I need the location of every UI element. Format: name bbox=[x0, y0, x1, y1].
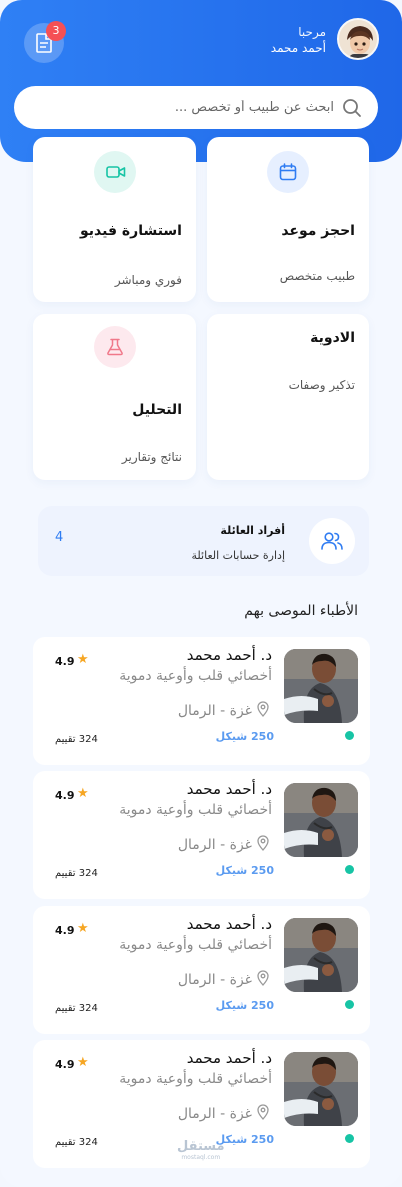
doctor-rating: 4.9 bbox=[55, 924, 75, 937]
location-pin-icon bbox=[257, 835, 269, 851]
tile-title: استشارة فيديو bbox=[80, 223, 182, 239]
calendar-icon bbox=[267, 151, 309, 193]
doctor-specialty: أخصائي قلب وأوعية دموية bbox=[119, 937, 272, 953]
tile-title: التحليل bbox=[132, 402, 182, 418]
consultation-price: 250 شيكل bbox=[215, 730, 274, 743]
doctor-specialty: أخصائي قلب وأوعية دموية bbox=[119, 668, 272, 684]
doctor-location: غزة - الرمال bbox=[177, 837, 252, 853]
star-icon: ★ bbox=[77, 921, 89, 936]
users-icon bbox=[309, 518, 355, 564]
lab-tests-tile[interactable]: التحليل نتائج وتقارير bbox=[33, 314, 196, 480]
book-appointment-tile[interactable]: احجز موعد طبيب متخصص bbox=[207, 137, 369, 302]
user-name: أحمد محمد bbox=[270, 41, 326, 55]
star-icon: ★ bbox=[77, 1055, 89, 1070]
tile-subtitle: تذكير وصفات bbox=[288, 378, 355, 392]
family-subtitle: إدارة حسابات العائلة bbox=[191, 549, 285, 562]
tile-subtitle: فوري ومباشر bbox=[114, 273, 182, 287]
doctor-location: غزة - الرمال bbox=[177, 1106, 252, 1122]
family-count: 4 bbox=[55, 530, 64, 545]
doctor-name: د. أحمد محمد bbox=[186, 915, 272, 933]
doctor-rating: 4.9 bbox=[55, 789, 75, 802]
tile-subtitle: طبيب متخصص bbox=[279, 269, 355, 283]
recommended-doctors-title: الأطباء الموصى بهم bbox=[244, 603, 358, 619]
watermark-sub: mostaql.com bbox=[181, 1154, 221, 1161]
doctor-card[interactable]: د. أحمد محمد أخصائي قلب وأوعية دموية غزة… bbox=[33, 906, 370, 1034]
review-count: 324 تقييم bbox=[55, 1003, 98, 1014]
location-pin-icon bbox=[257, 701, 269, 717]
location-pin-icon bbox=[257, 970, 269, 986]
doctor-card[interactable]: د. أحمد محمد أخصائي قلب وأوعية دموية غزة… bbox=[33, 637, 370, 765]
search-input[interactable] bbox=[24, 95, 334, 119]
search-icon bbox=[343, 99, 361, 117]
star-icon: ★ bbox=[77, 652, 89, 667]
doctor-name: د. أحمد محمد bbox=[186, 1049, 272, 1067]
family-title: أفراد العائلة bbox=[220, 524, 285, 537]
flask-icon bbox=[93, 326, 136, 368]
doctor-location: غزة - الرمال bbox=[177, 972, 252, 988]
doctor-rating: 4.9 bbox=[55, 655, 75, 668]
online-status-dot bbox=[345, 1134, 354, 1143]
doctor-photo bbox=[284, 1052, 358, 1126]
location-pin-icon bbox=[257, 1104, 269, 1120]
doctor-photo bbox=[284, 918, 358, 992]
online-status-dot bbox=[345, 865, 354, 874]
review-count: 324 تقييم bbox=[55, 1137, 98, 1148]
notification-badge: 3 bbox=[46, 21, 66, 41]
doctor-specialty: أخصائي قلب وأوعية دموية bbox=[119, 1071, 272, 1087]
doctor-rating: 4.9 bbox=[55, 1058, 75, 1071]
greeting-block: مرحبا أحمد محمد bbox=[271, 24, 326, 56]
doctor-location: غزة - الرمال bbox=[177, 703, 252, 719]
tile-title: الادوية bbox=[310, 330, 355, 346]
medicines-tile[interactable]: الادوية تذكير وصفات bbox=[207, 314, 369, 480]
family-members-card[interactable]: أفراد العائلة إدارة حسابات العائلة 4 bbox=[38, 506, 369, 576]
video-icon bbox=[93, 151, 136, 193]
doctor-name: د. أحمد محمد bbox=[186, 646, 272, 664]
review-count: 324 تقييم bbox=[55, 868, 98, 879]
video-consultation-tile[interactable]: استشارة فيديو فوري ومباشر bbox=[33, 137, 196, 302]
watermark-text: مستقل bbox=[177, 1139, 225, 1154]
online-status-dot bbox=[345, 731, 354, 740]
tile-title: احجز موعد bbox=[281, 223, 355, 239]
search-bar[interactable] bbox=[14, 86, 378, 129]
doctor-photo bbox=[284, 783, 358, 857]
online-status-dot bbox=[345, 1000, 354, 1009]
review-count: 324 تقييم bbox=[55, 734, 98, 745]
doctor-card[interactable]: د. أحمد محمد أخصائي قلب وأوعية دموية غزة… bbox=[33, 771, 370, 899]
greeting-text: مرحبا bbox=[298, 25, 326, 39]
app-screen: مرحبا أحمد محمد 3 ابحث عن طبيب أو تخصص .… bbox=[0, 0, 402, 1187]
star-icon: ★ bbox=[77, 786, 89, 801]
doctor-photo bbox=[284, 649, 358, 723]
doctor-name: د. أحمد محمد bbox=[186, 780, 272, 798]
avatar[interactable] bbox=[337, 18, 379, 60]
watermark: مستقل mostaql.com bbox=[177, 1139, 225, 1161]
tile-subtitle: نتائج وتقارير bbox=[121, 450, 182, 464]
consultation-price: 250 شيكل bbox=[215, 999, 274, 1012]
doctor-specialty: أخصائي قلب وأوعية دموية bbox=[119, 802, 272, 818]
consultation-price: 250 شيكل bbox=[215, 864, 274, 877]
